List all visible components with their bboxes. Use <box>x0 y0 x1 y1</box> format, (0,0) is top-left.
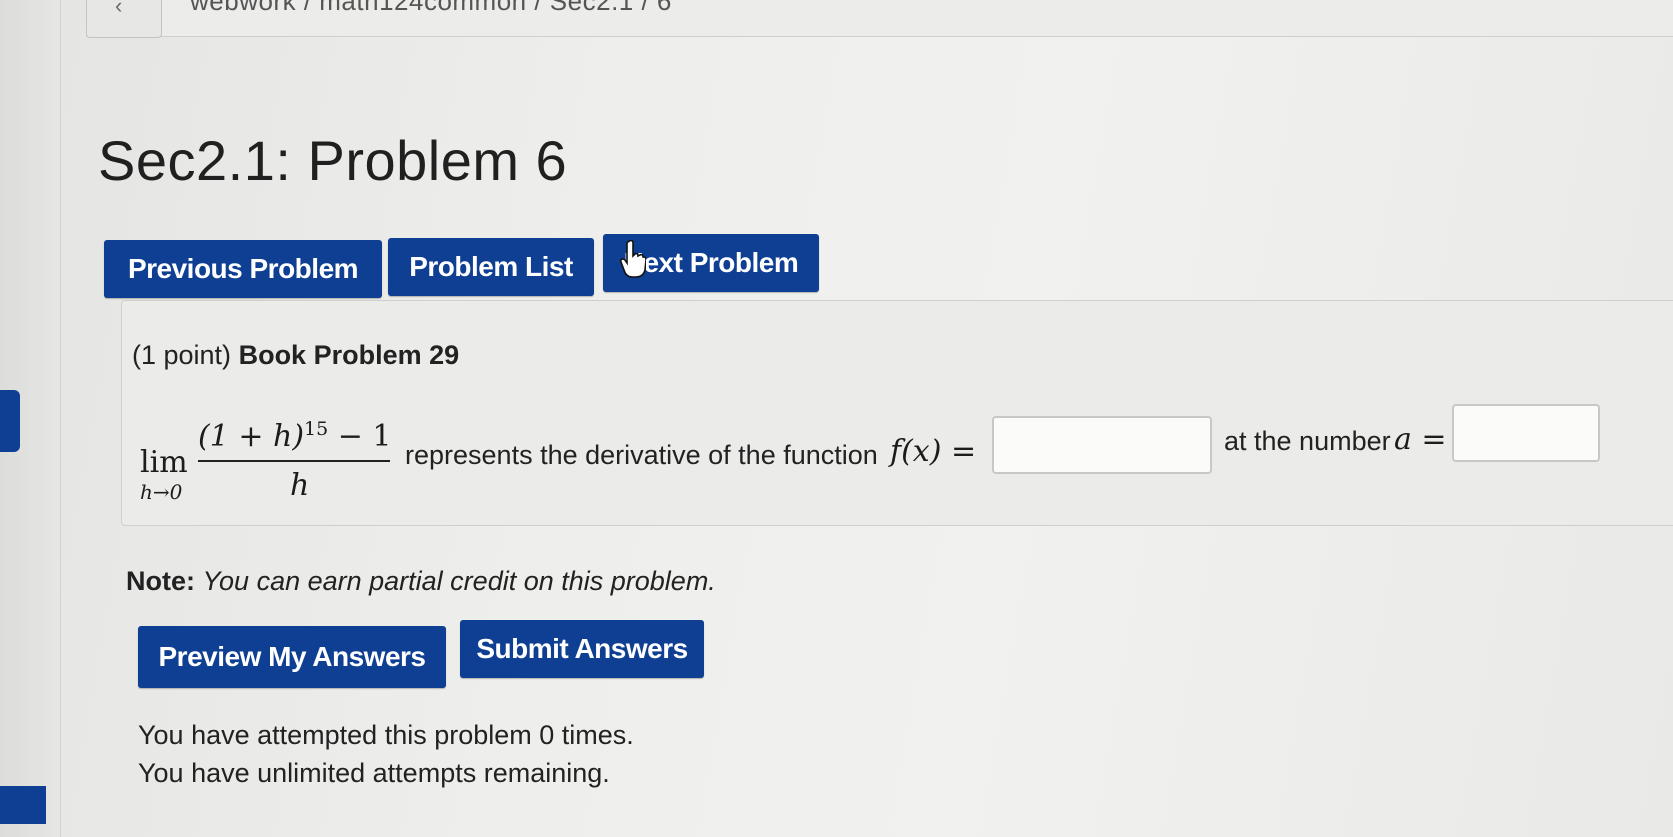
previous-problem-button[interactable]: Previous Problem <box>104 240 382 298</box>
left-sidebar <box>0 0 61 837</box>
chevron-left-icon: ‹ <box>115 0 123 18</box>
preview-answers-button[interactable]: Preview My Answers <box>138 626 446 688</box>
limit-operator: lim <box>140 445 188 480</box>
hand-pointer-icon <box>620 240 646 278</box>
back-button[interactable]: ‹ <box>86 0 162 38</box>
sidebar-tab-marker[interactable] <box>0 390 20 452</box>
sidebar-tab-marker-bottom[interactable] <box>0 786 46 824</box>
function-answer-input[interactable] <box>992 416 1212 474</box>
problem-book-reference: Book Problem 29 <box>238 340 460 370</box>
problem-sentence-number: at the number <box>1224 426 1391 456</box>
attempts-count: You have attempted this problem 0 times. <box>138 720 634 750</box>
attempts-remaining: You have unlimited attempts remaining. <box>138 758 610 788</box>
breadcrumb[interactable]: webwork / math124common / Sec2.1 / 6 <box>190 0 672 17</box>
numerator-base: (1 + h) <box>198 419 305 454</box>
note-label: Note: <box>126 566 195 596</box>
number-answer-input[interactable] <box>1452 404 1600 462</box>
note-text: You can earn partial credit on this prob… <box>202 566 716 596</box>
attempts-info: You have attempted this problem 0 times.… <box>138 716 634 792</box>
limit-subscript: h→0 <box>140 480 183 504</box>
problem-box <box>121 300 1673 526</box>
problem-sentence: represents the derivative of the functio… <box>405 440 878 470</box>
fraction-numerator: (1 + h)15 − 1 <box>198 418 392 454</box>
fraction-denominator: h <box>290 468 310 503</box>
problem-list-button[interactable]: Problem List <box>388 238 594 296</box>
page-title: Sec2.1: Problem 6 <box>98 129 568 192</box>
problem-header: (1 point) Book Problem 29 <box>132 340 459 371</box>
partial-credit-note: Note: You can earn partial credit on thi… <box>126 566 716 597</box>
problem-points: (1 point) <box>132 340 232 370</box>
numerator-tail: − 1 <box>328 419 392 454</box>
number-label: a = <box>1394 422 1447 457</box>
submit-answers-button[interactable]: Submit Answers <box>460 620 704 678</box>
function-label: f(x) = <box>890 434 977 469</box>
numerator-exponent: 15 <box>304 418 329 440</box>
fraction-bar <box>198 460 390 462</box>
